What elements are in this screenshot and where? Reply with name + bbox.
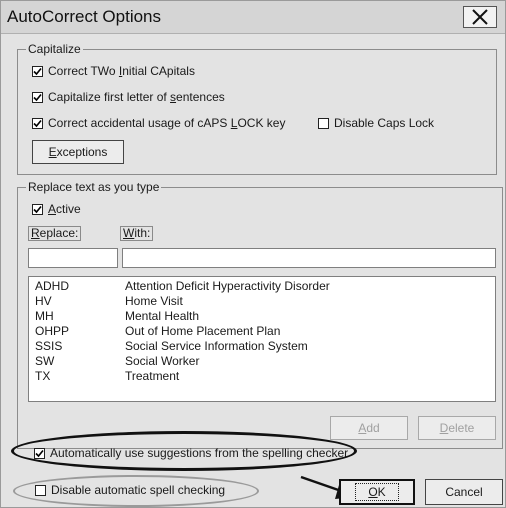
- list-item[interactable]: OHPP Out of Home Placement Plan: [29, 324, 495, 339]
- ok-button-label: OK: [355, 483, 399, 501]
- correct-two-initial-capitals-checkbox[interactable]: [32, 65, 43, 77]
- title-bar: AutoCorrect Options: [1, 1, 505, 34]
- capitalize-first-letter-option[interactable]: Capitalize first letter of sentences: [32, 90, 225, 104]
- list-item[interactable]: SSIS Social Service Information System: [29, 339, 495, 354]
- delete-button-label: Delete: [439, 421, 475, 435]
- close-icon: [472, 9, 488, 25]
- active-label: Active: [48, 202, 81, 216]
- disable-caps-lock-option[interactable]: Disable Caps Lock: [318, 116, 434, 130]
- list-item[interactable]: MH Mental Health: [29, 309, 495, 324]
- capitalize-first-letter-checkbox[interactable]: [32, 91, 43, 103]
- correct-caps-lock-checkbox[interactable]: [32, 117, 43, 129]
- delete-button[interactable]: Delete: [418, 416, 496, 440]
- add-button-label: Add: [358, 421, 380, 435]
- replace-label: Replace:: [28, 226, 82, 241]
- highlight-ellipse: [13, 475, 259, 507]
- replace-group: Replace text as you type Active Replace:…: [17, 180, 503, 460]
- checkmark-icon: [33, 119, 42, 127]
- capitalize-legend: Capitalize: [26, 42, 83, 56]
- replace-input[interactable]: [28, 248, 118, 268]
- correct-two-initial-capitals-option[interactable]: Correct TWo Initial CApitals: [32, 64, 195, 78]
- close-button[interactable]: [463, 6, 497, 28]
- with-input[interactable]: [122, 248, 496, 268]
- list-item[interactable]: ADHD Attention Deficit Hyperactivity Diso…: [29, 279, 495, 294]
- cancel-button[interactable]: Cancel: [425, 479, 503, 505]
- with-label: With:: [120, 226, 154, 241]
- ok-button[interactable]: OK: [339, 479, 415, 505]
- cancel-button-label: Cancel: [445, 485, 483, 499]
- disable-caps-lock-label: Disable Caps Lock: [334, 116, 435, 130]
- exceptions-button-label: Exceptions: [48, 145, 108, 159]
- list-item[interactable]: HV Home Visit: [29, 294, 495, 309]
- checkmark-icon: [33, 67, 42, 75]
- capitalize-group: Capitalize Correct TWo Initial CApitals …: [17, 42, 497, 175]
- list-item[interactable]: SW Social Worker: [29, 354, 495, 369]
- list-item[interactable]: TX Treatment: [29, 369, 495, 384]
- replace-legend: Replace text as you type: [26, 180, 162, 194]
- autocorrect-dialog: AutoCorrect Options Capitalize Correct T…: [0, 0, 506, 508]
- highlight-ellipse: [11, 431, 357, 471]
- disable-caps-lock-checkbox[interactable]: [318, 117, 329, 129]
- add-button[interactable]: Add: [330, 416, 408, 440]
- checkmark-icon: [33, 93, 42, 101]
- dialog-title: AutoCorrect Options: [7, 7, 162, 26]
- active-checkbox[interactable]: [32, 203, 43, 215]
- active-option[interactable]: Active: [32, 202, 81, 216]
- correct-caps-lock-option[interactable]: Correct accidental usage of cAPS LOCK ke…: [32, 116, 285, 130]
- correct-caps-lock-label: Correct accidental usage of cAPS LOCK ke…: [48, 116, 286, 130]
- replacement-list[interactable]: ADHD Attention Deficit Hyperactivity Diso…: [28, 276, 496, 402]
- exceptions-button[interactable]: Exceptions: [32, 140, 124, 164]
- capitalize-first-letter-label: Capitalize first letter of sentences: [48, 90, 225, 104]
- correct-two-initial-capitals-label: Correct TWo Initial CApitals: [48, 64, 195, 78]
- checkmark-icon: [33, 205, 42, 213]
